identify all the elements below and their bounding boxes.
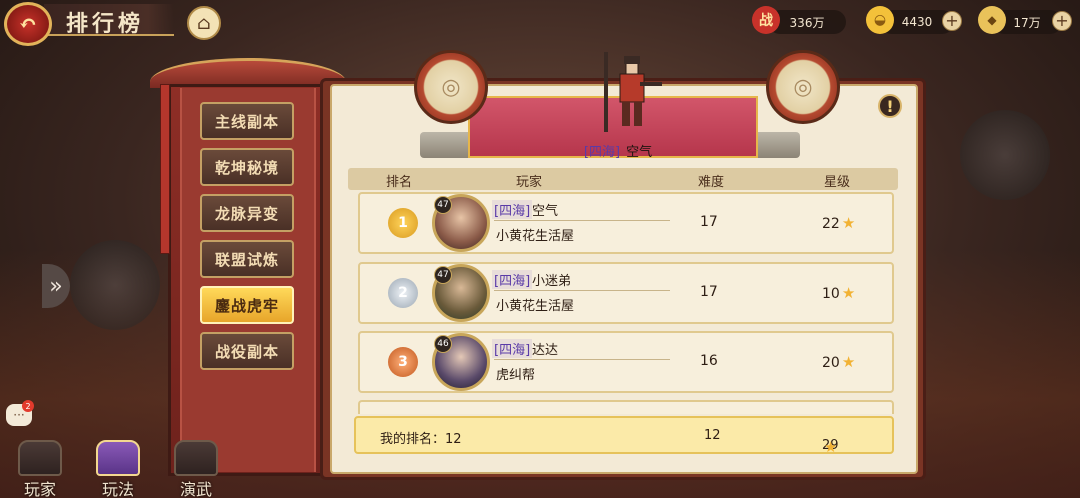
star-count: 20 [822, 355, 840, 371]
nav-players[interactable]: 玩家 [8, 440, 72, 498]
star-icon: ★ [841, 353, 856, 371]
sidebar-item-hulao[interactable]: 鏖战虎牢 [200, 286, 294, 324]
rank-number: 1 [398, 215, 408, 231]
drill-hall-icon [174, 440, 218, 476]
back-icon: ↶ [18, 11, 38, 37]
level-badge: 47 [434, 196, 452, 214]
sidebar-item-main-dungeon[interactable]: 主线副本 [200, 102, 294, 140]
star-icon: ★ [841, 214, 856, 232]
row-club: 小黄花生活屋 [496, 299, 575, 314]
col-player: 玩家 [516, 175, 543, 190]
exclamation-icon: ! [886, 96, 894, 116]
sidebar-item-label: 主线副本 [214, 112, 279, 131]
level-badge: 46 [434, 335, 452, 353]
background-shield [960, 110, 1050, 200]
col-rank: 排名 [386, 175, 413, 190]
col-stars: 星级 [824, 175, 851, 190]
divider [494, 359, 670, 360]
row-club: 虎纠帮 [496, 368, 536, 383]
sidebar-item-label: 联盟试炼 [214, 250, 279, 269]
sidebar-item-label: 战役副本 [214, 342, 279, 361]
nav-label: 玩法 [101, 480, 134, 498]
power-icon: 战 [752, 6, 780, 34]
my-rank-label: 我的排名：12 [380, 432, 462, 447]
my-rank-bar: 我的排名：12 12 29 ★ [354, 416, 894, 456]
rank-number: 2 [398, 285, 408, 301]
row-stars: 22 ★ [822, 214, 855, 232]
coin-value: 17万 [1013, 15, 1041, 30]
col-difficulty: 难度 [698, 175, 725, 190]
nav-label: 玩家 [23, 480, 56, 498]
gold-ingot-icon: ◒ [866, 6, 894, 34]
row-stars: 20 ★ [822, 353, 855, 371]
row-guild: [四海] [492, 339, 533, 358]
nav-gameplay[interactable]: 玩法 [86, 440, 150, 498]
table-row[interactable]: 3 46 [四海] 达达 虎纠帮 16 20 ★ [358, 331, 894, 393]
players-hall-icon [18, 440, 62, 476]
row-guild: [四海] [492, 270, 533, 289]
divider [494, 290, 670, 291]
row-club: 小黄花生活屋 [496, 229, 575, 244]
champion-name: [四海] 空气 [556, 140, 680, 160]
chat-badge: 2 [22, 400, 34, 412]
back-button[interactable]: ↶ [4, 2, 52, 46]
divider [494, 220, 670, 221]
level-badge: 47 [434, 266, 452, 284]
coin-icon: ◆ [978, 6, 1006, 34]
add-gold-button[interactable]: + [942, 11, 962, 31]
row-difficulty: 16 [700, 353, 718, 369]
pavilion-pillar [160, 84, 170, 254]
rank-number: 3 [398, 354, 408, 370]
nav-drill[interactable]: 演武 [164, 440, 228, 498]
champion-sprite [604, 52, 662, 132]
sidebar-item-qiankun[interactable]: 乾坤秘境 [200, 148, 294, 186]
row-player-name: 小迷弟 [532, 274, 572, 289]
table-header: 排名 玩家 难度 星级 [348, 168, 898, 190]
double-chevron-right-icon: » [49, 273, 63, 299]
gold-medal-icon: 1 [388, 208, 418, 238]
sidebar-item-longmai[interactable]: 龙脉异变 [200, 194, 294, 232]
drum-icon: ◎ [414, 50, 488, 124]
silver-medal-icon: 2 [388, 278, 418, 308]
star-count: 10 [822, 286, 840, 302]
sidebar-item-label: 鏖战虎牢 [214, 296, 279, 315]
row-stars: 10 ★ [822, 284, 855, 302]
row-difficulty: 17 [700, 214, 718, 230]
nav-label: 演武 [179, 480, 212, 498]
table-row[interactable]: 2 47 [四海] 小迷弟 小黄花生活屋 17 10 ★ [358, 262, 894, 324]
top-bar: ↶ 排行榜 ⌂ 336万 战 4430 ◒ + 17万 ◆ + [0, 0, 1080, 46]
pavilion-inner [180, 88, 316, 472]
gold-value: 4430 [901, 15, 933, 29]
home-button[interactable]: ⌂ [187, 6, 221, 40]
gameplay-hall-icon [96, 440, 140, 476]
table-row[interactable]: 1 47 [四海] 空气 小黄花生活屋 17 22 ★ [358, 192, 894, 254]
power-value: 336万 [789, 15, 825, 30]
home-icon: ⌂ [197, 12, 211, 34]
add-coin-button[interactable]: + [1052, 11, 1072, 31]
row-guild: [四海] [492, 200, 533, 219]
sidebar-item-campaign[interactable]: 战役副本 [200, 332, 294, 370]
row-difficulty: 17 [700, 284, 718, 300]
sidebar-item-alliance-trial[interactable]: 联盟试炼 [200, 240, 294, 278]
row-player-name: 达达 [532, 343, 559, 358]
table-row-partial [358, 400, 894, 414]
sidebar-item-label: 乾坤秘境 [214, 158, 279, 177]
page-title: 排行榜 [66, 11, 145, 37]
bronze-medal-icon: 3 [388, 347, 418, 377]
star-count: 22 [822, 216, 840, 232]
champion-player-name: 空气 [626, 144, 653, 160]
my-rank-difficulty: 12 [704, 428, 721, 443]
drum-icon: ◎ [766, 50, 840, 124]
star-icon: ★ [841, 284, 856, 302]
star-icon: ★ [824, 438, 838, 456]
row-player-name: 空气 [532, 204, 559, 219]
champion-guild: [四海] [583, 144, 621, 160]
background-shield [70, 240, 160, 330]
info-button[interactable]: ! [878, 94, 902, 118]
sidebar-item-label: 龙脉异变 [214, 204, 279, 223]
